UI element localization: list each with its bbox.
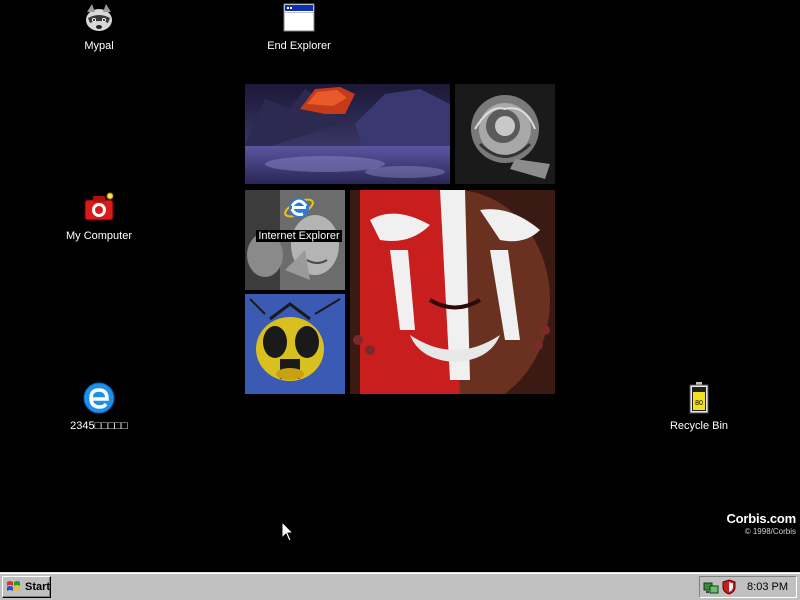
- desktop-icon-2345-browser[interactable]: 2345□□□□□: [49, 382, 149, 432]
- painted-face-photo: [350, 190, 555, 394]
- start-button[interactable]: Start: [2, 576, 51, 598]
- desktop-icon-label: My Computer: [65, 230, 133, 242]
- mountain-photo: [245, 84, 450, 184]
- taskbar: Start 8:03 PM: [0, 572, 800, 600]
- raccoon-icon: [83, 2, 115, 34]
- svg-text:80: 80: [695, 400, 703, 407]
- desktop-icon-end-explorer[interactable]: End Explorer: [249, 2, 349, 52]
- internet-explorer-icon: [283, 192, 315, 224]
- desktop[interactable]: Mypal End Explorer My Computer Internet …: [0, 0, 800, 572]
- desktop-icon-label: Internet Explorer: [256, 230, 342, 242]
- desktop-icon-label: 2345□□□□□: [70, 420, 128, 432]
- rose-photo: [455, 84, 555, 184]
- desktop-icon-label: Recycle Bin: [669, 420, 729, 432]
- system-tray: 8:03 PM: [699, 576, 797, 598]
- start-label: Start: [25, 581, 51, 593]
- desktop-icon-label: End Explorer: [267, 40, 331, 52]
- wasp-photo: [245, 294, 345, 394]
- battery-icon: 80: [683, 382, 715, 414]
- clock[interactable]: 8:03 PM: [747, 581, 788, 593]
- desktop-icon-internet-explorer[interactable]: Internet Explorer: [249, 192, 349, 242]
- copyright-text: © 1998/Corbis: [744, 527, 796, 536]
- desktop-icon-recycle-bin[interactable]: 80 Recycle Bin: [649, 382, 749, 432]
- window-icon: [283, 2, 315, 34]
- desktop-icon-mypal[interactable]: Mypal: [49, 2, 149, 52]
- wallpaper-watermark: Corbis.com © 1998/Corbis: [706, 511, 796, 536]
- browser-e-icon: [83, 382, 115, 414]
- desktop-icon-my-computer[interactable]: My Computer: [49, 192, 149, 242]
- windows-logo-icon: [6, 580, 22, 594]
- desktop-icon-label: Mypal: [84, 40, 114, 52]
- corbis-logo: Corbis.com: [726, 511, 796, 526]
- mouse-cursor-icon: [282, 522, 294, 542]
- camera-icon: [83, 192, 115, 224]
- shield-icon[interactable]: [721, 579, 737, 595]
- network-icon[interactable]: [703, 579, 719, 595]
